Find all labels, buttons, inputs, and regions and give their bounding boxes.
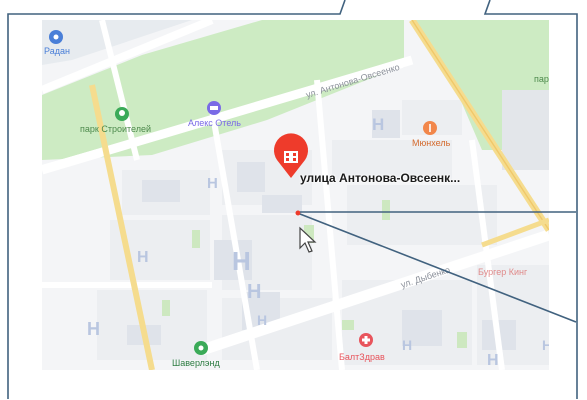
building-marker: H xyxy=(247,281,261,303)
building-marker: H xyxy=(402,337,412,353)
poi-label-baltzdrav[interactable]: БалтЗдрав xyxy=(339,352,385,362)
poi-label-park[interactable]: парк Строителей xyxy=(80,124,151,134)
building-marker: H xyxy=(372,115,384,134)
building-marker: H xyxy=(487,352,499,369)
poi-label-hotel[interactable]: Алекс Отель xyxy=(188,118,241,128)
poi-label-radan[interactable]: Радан xyxy=(44,46,70,56)
selected-place-label[interactable]: улица Антонова-Овсеенк... xyxy=(300,171,460,185)
building-marker: H xyxy=(87,319,100,339)
block-top-right xyxy=(502,90,549,170)
poi-label-park-right[interactable]: пар xyxy=(534,74,549,84)
map-canvas[interactable]: ул. Антонова-Овсеенко ул. Дыбенко H H H … xyxy=(42,20,549,370)
building-marker: H xyxy=(257,312,267,328)
building-marker: H xyxy=(207,175,218,192)
building-marker: H xyxy=(232,246,251,276)
pin-point xyxy=(295,210,301,216)
poi-label-shaverlend[interactable]: Шаверлэнд xyxy=(172,358,220,368)
poi-label-burger[interactable]: Бургер Кинг xyxy=(478,267,528,277)
building-marker: H xyxy=(137,249,149,266)
poi-label-munkhel[interactable]: Мюнхель xyxy=(412,138,451,148)
map-view[interactable]: ул. Антонова-Овсеенко ул. Дыбенко H H H … xyxy=(42,20,549,370)
building-icon xyxy=(284,151,298,163)
building-marker: H xyxy=(542,337,549,353)
